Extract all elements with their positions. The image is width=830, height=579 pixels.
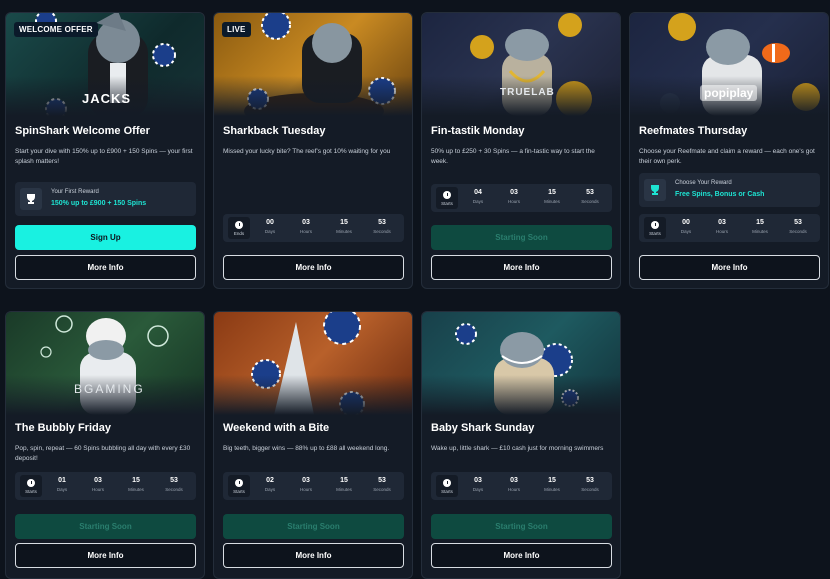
timer-minutes: 15 xyxy=(548,477,556,484)
starting-soon-button: Starting Soon xyxy=(223,514,404,539)
promo-image: JACKS WELCOME OFFER xyxy=(6,13,204,116)
timer-seconds: 53 xyxy=(586,477,594,484)
countdown-timer: Ends 00 Days 03 Hours 15 Minutes 53 Seconds xyxy=(223,214,404,242)
live-badge: LIVE xyxy=(222,22,251,37)
more-info-button[interactable]: More Info xyxy=(431,543,612,568)
timer-seconds: 53 xyxy=(794,219,802,226)
timer-minutes: 15 xyxy=(756,219,764,226)
sign-up-button[interactable]: Sign Up xyxy=(15,225,196,250)
more-info-button[interactable]: More Info xyxy=(223,255,404,280)
more-info-button[interactable]: More Info xyxy=(223,543,404,568)
trophy-icon xyxy=(20,188,42,210)
promo-title: Reefmates Thursday xyxy=(639,125,748,137)
countdown-timer: Starts 02 Days 03 Hours 15 Minutes 53 Second… xyxy=(223,472,404,500)
promo-card-reefmates-thursday: popiplay Reefmates Thursday Choose your … xyxy=(629,12,829,289)
starting-soon-button: Starting Soon xyxy=(431,225,612,250)
clock-icon: Starts xyxy=(644,217,666,239)
promo-card-baby-shark-sunday: Baby Shark Sunday Wake up, little shark … xyxy=(421,311,621,579)
promo-description: 50% up to £250 + 30 Spins — a fin-tastic… xyxy=(431,148,595,165)
timer-days: 00 xyxy=(266,219,274,226)
timer-hours: 03 xyxy=(94,477,102,484)
more-info-button[interactable]: More Info xyxy=(15,255,196,280)
reward-value: Free Spins, Bonus or Cash xyxy=(675,191,765,198)
more-info-button[interactable]: More Info xyxy=(15,543,196,568)
promo-card-sharkback-tuesday: LIVE Sharkback Tuesday Missed your lucky… xyxy=(213,12,413,289)
welcome-offer-badge: WELCOME OFFER xyxy=(14,22,98,37)
timer-seconds: 53 xyxy=(586,189,594,196)
timer-hours: 03 xyxy=(510,189,518,196)
timer-minutes: 15 xyxy=(132,477,140,484)
timer-days: 04 xyxy=(474,189,482,196)
first-reward-box: Your First Reward 150% up to £900 + 150 … xyxy=(15,182,196,216)
promo-image xyxy=(214,312,412,415)
promo-title: Baby Shark Sunday xyxy=(431,422,535,434)
timer-hours: 03 xyxy=(302,219,310,226)
promo-card-weekend-bite: Weekend with a Bite Big teeth, bigger wi… xyxy=(213,311,413,579)
countdown-timer: Starts 00 Days 03 Hours 15 Minutes 53 Second… xyxy=(639,214,820,242)
timer-days: 01 xyxy=(58,477,66,484)
clock-icon: Starts xyxy=(20,475,42,497)
promo-description: Pop, spin, repeat — 60 Spins bubbling al… xyxy=(15,445,191,462)
truelab-logo: TRUELAB xyxy=(500,87,555,98)
promo-description: Start your dive with 150% up to £900 + 1… xyxy=(15,148,193,165)
clock-icon: Starts xyxy=(228,475,250,497)
promo-description: Big teeth, bigger wins — 88% up to £88 a… xyxy=(223,445,390,452)
starting-soon-button: Starting Soon xyxy=(431,514,612,539)
timer-minutes: 15 xyxy=(340,219,348,226)
starting-soon-button: Starting Soon xyxy=(15,514,196,539)
promo-image: popiplay xyxy=(630,13,828,116)
promo-image: LIVE xyxy=(214,13,412,116)
popiplay-logo: popiplay xyxy=(700,85,758,101)
bgaming-logo: BGAMING xyxy=(74,382,145,396)
timer-hours: 03 xyxy=(510,477,518,484)
promo-title: Sharkback Tuesday xyxy=(223,125,326,137)
promo-description: Wake up, little shark — £10 cash just fo… xyxy=(431,445,604,452)
trophy-icon xyxy=(644,179,666,201)
clock-icon: Ends xyxy=(228,217,250,239)
clock-icon: Starts xyxy=(436,475,458,497)
promo-image: TRUELAB xyxy=(422,13,620,116)
choose-reward-box: Choose Your Reward Free Spins, Bonus or … xyxy=(639,173,820,207)
promo-card-fintastik-monday: TRUELAB Fin-tastik Monday 50% up to £250… xyxy=(421,12,621,289)
promo-image: BGAMING xyxy=(6,312,204,415)
timer-minutes: 15 xyxy=(548,189,556,196)
promo-title: SpinShark Welcome Offer xyxy=(15,125,150,137)
countdown-timer: Starts 01 Days 03 Hours 15 Minutes 53 Second… xyxy=(15,472,196,500)
more-info-button[interactable]: More Info xyxy=(639,255,820,280)
promo-card-bubbly-friday: BGAMING The Bubbly Friday Pop, spin, rep… xyxy=(5,311,205,579)
promo-title: The Bubbly Friday xyxy=(15,422,111,434)
timer-seconds: 53 xyxy=(170,477,178,484)
timer-minutes: 15 xyxy=(340,477,348,484)
timer-days: 03 xyxy=(474,477,482,484)
more-info-button[interactable]: More Info xyxy=(431,255,612,280)
timer-hours: 03 xyxy=(302,477,310,484)
jacks-logo: JACKS xyxy=(82,91,132,106)
timer-hours: 03 xyxy=(718,219,726,226)
promo-description: Choose your Reefmate and claim a reward … xyxy=(639,148,815,165)
countdown-timer: Starts 04 Days 03 Hours 15 Minutes 53 Second… xyxy=(431,184,612,212)
promo-image xyxy=(422,312,620,415)
promo-title: Fin-tastik Monday xyxy=(431,125,525,137)
timer-days: 02 xyxy=(266,477,274,484)
countdown-timer: Starts 03 Days 03 Hours 15 Minutes 53 Second… xyxy=(431,472,612,500)
reward-label: Choose Your Reward xyxy=(675,180,732,186)
promo-card-welcome: JACKS WELCOME OFFER SpinShark Welcome Of… xyxy=(5,12,205,289)
reward-value: 150% up to £900 + 150 Spins xyxy=(51,200,147,207)
timer-seconds: 53 xyxy=(378,477,386,484)
promo-title: Weekend with a Bite xyxy=(223,422,330,434)
timer-days: 00 xyxy=(682,219,690,226)
promo-description: Missed your lucky bite? The reef's got 1… xyxy=(223,148,391,155)
reward-label: Your First Reward xyxy=(51,189,99,195)
clock-icon: Starts xyxy=(436,187,458,209)
timer-seconds: 53 xyxy=(378,219,386,226)
